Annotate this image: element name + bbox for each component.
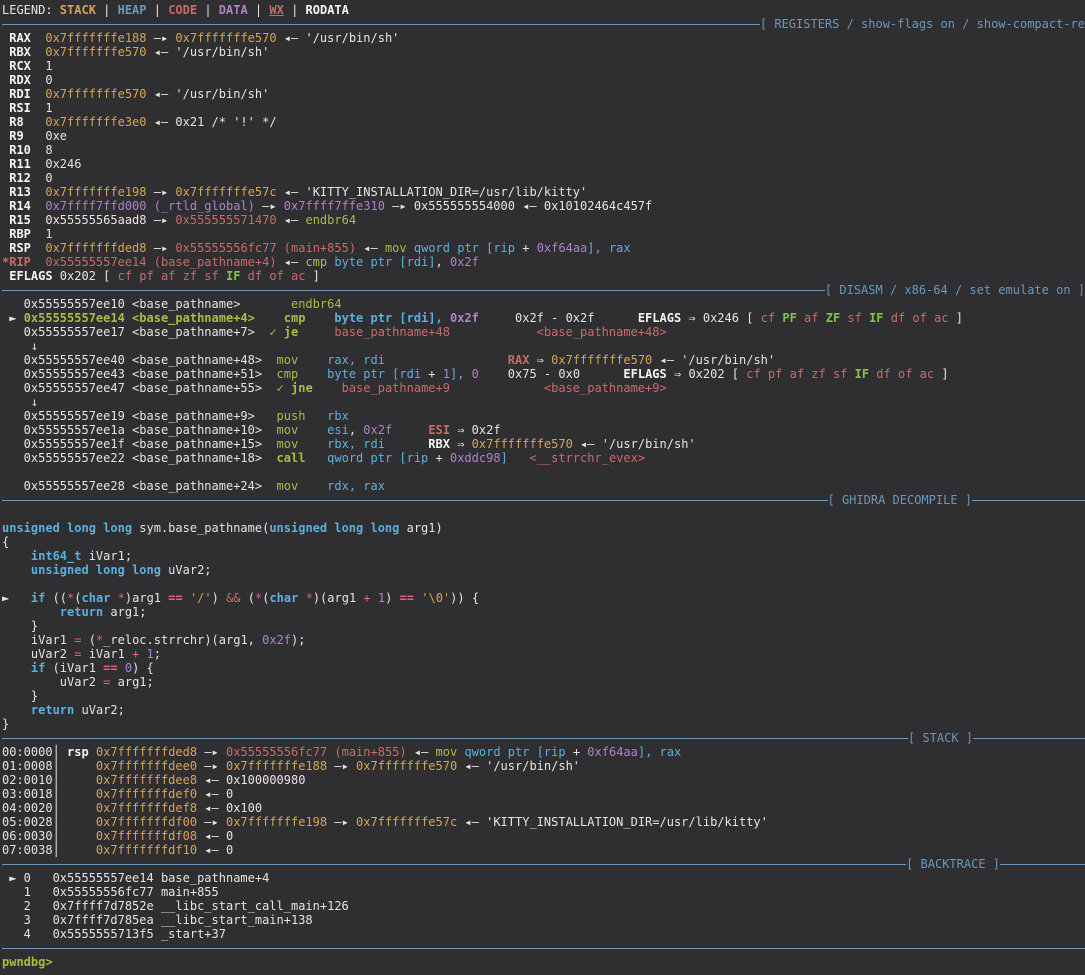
decompile-line: { [2, 535, 1085, 549]
registers-section-title: [ REGISTERS / show-flags on / show-compa… [760, 17, 1085, 31]
disasm-jump-arrow: ↓ [2, 395, 1085, 409]
backtrace-section-header: [ BACKTRACE ] [2, 857, 1085, 871]
register-row-rdi: RDI 0x7fffffffe570 ◂— '/usr/bin/sh' [2, 87, 1085, 101]
decompile-line-current: ► if ((*(char *)arg1 == '/') && (*(char … [2, 591, 1085, 605]
decompile-line: } [2, 689, 1085, 703]
disasm-jump-arrow: ↓ [2, 339, 1085, 353]
section-divider-line [2, 864, 906, 865]
stack-row: 03:0018│ 0x7fffffffdef0 ◂— 0 [2, 787, 1085, 801]
stack-row: 00:0000│ rsp 0x7fffffffded8 —▸ 0x5555555… [2, 745, 1085, 759]
stack-row: 02:0010│ 0x7fffffffdee8 ◂— 0x100000980 [2, 773, 1085, 787]
register-row-r15: R15 0x55555565aad8 —▸ 0x555555571470 ◂— … [2, 213, 1085, 227]
decompile-line: unsigned long long uVar2; [2, 563, 1085, 577]
backtrace-row-current: ► 0 0x55555557ee14 base_pathname+4 [2, 871, 1085, 885]
ghidra-section-title: [ GHIDRA DECOMPILE ] [828, 493, 973, 507]
stack-section-title: [ STACK ] [908, 731, 973, 745]
register-row-r14: R14 0x7ffff7ffd000 (_rtld_global) —▸ 0x7… [2, 199, 1085, 213]
register-row-rcx: RCX 1 [2, 59, 1085, 73]
decompile-line: } [2, 717, 1085, 731]
blank-line [2, 507, 1085, 521]
backtrace-section-title: [ BACKTRACE ] [906, 857, 1000, 871]
disasm-row: 0x55555557ee22 <base_pathname+18> call q… [2, 451, 1085, 465]
section-divider-line [1000, 864, 1085, 865]
decompile-line: return uVar2; [2, 703, 1085, 717]
register-row-rax: RAX 0x7fffffffe188 —▸ 0x7fffffffe570 ◂— … [2, 31, 1085, 45]
ghidra-section-header: [ GHIDRA DECOMPILE ] [2, 493, 1085, 507]
register-row-rip: *RIP 0x55555557ee14 (base_pathname+4) ◂—… [2, 255, 1085, 269]
disasm-row: 0x55555557ee10 <base_pathname> endbr64 [2, 297, 1085, 311]
backtrace-row: 3 0x7ffff7d785ea __libc_start_main+138 [2, 913, 1085, 927]
decompile-line: uVar2 = arg1; [2, 675, 1085, 689]
register-row-r13: R13 0x7fffffffe198 —▸ 0x7fffffffe57c ◂— … [2, 185, 1085, 199]
stack-row: 06:0030│ 0x7fffffffdf08 ◂— 0 [2, 829, 1085, 843]
backtrace-row: 1 0x55555556fc77 main+855 [2, 885, 1085, 899]
legend-line: LEGEND: STACK | HEAP | CODE | DATA | WX … [2, 3, 1085, 17]
decompile-line: uVar2 = iVar1 + 1; [2, 647, 1085, 661]
section-divider-line [2, 948, 1085, 949]
register-row-r11: R11 0x246 [2, 157, 1085, 171]
disasm-section-header: [ DISASM / x86-64 / set emulate on ] [2, 283, 1085, 297]
stack-row: 07:0038│ 0x7fffffffdf10 ◂— 0 [2, 843, 1085, 857]
disasm-row: 0x55555557ee17 <base_pathname+7> ✓ je ba… [2, 325, 1085, 339]
backtrace-row: 4 0x5555555713f5 _start+37 [2, 927, 1085, 941]
register-row-eflags: EFLAGS 0x202 [ cf pf af zf sf IF df of a… [2, 269, 1085, 283]
registers-section-header: [ REGISTERS / show-flags on / show-compa… [2, 17, 1085, 31]
register-row-rsp: RSP 0x7fffffffded8 —▸ 0x55555556fc77 (ma… [2, 241, 1085, 255]
decompile-line: int64_t iVar1; [2, 549, 1085, 563]
disasm-row: 0x55555557ee40 <base_pathname+48> mov ra… [2, 353, 1085, 367]
decompile-line: } [2, 619, 1085, 633]
register-row-rbx: RBX 0x7fffffffe570 ◂— '/usr/bin/sh' [2, 45, 1085, 59]
register-row-rdx: RDX 0 [2, 73, 1085, 87]
disasm-row: 0x55555557ee19 <base_pathname+9> push rb… [2, 409, 1085, 423]
register-row-rbp: RBP 1 [2, 227, 1085, 241]
section-divider-line [2, 24, 760, 25]
disasm-row: 0x55555557ee28 <base_pathname+24> mov rd… [2, 479, 1085, 493]
register-row-r12: R12 0 [2, 171, 1085, 185]
decompile-line: unsigned long long sym.base_pathname(uns… [2, 521, 1085, 535]
stack-row: 01:0008│ 0x7fffffffdee0 —▸ 0x7fffffffe18… [2, 759, 1085, 773]
disasm-row-current: ► 0x55555557ee14 <base_pathname+4> cmp b… [2, 311, 1085, 325]
disasm-row: 0x55555557ee43 <base_pathname+51> cmp by… [2, 367, 1085, 381]
section-divider-line [973, 738, 1085, 739]
disasm-row: 0x55555557ee1f <base_pathname+15> mov rb… [2, 437, 1085, 451]
stack-row: 04:0020│ 0x7fffffffdef8 ◂— 0x100 [2, 801, 1085, 815]
section-divider-line [2, 738, 908, 739]
section-divider-line [972, 500, 1085, 501]
section-divider-line [2, 290, 825, 291]
register-row-rsi: RSI 1 [2, 101, 1085, 115]
decompile-line: if (iVar1 == 0) { [2, 661, 1085, 675]
disasm-row: 0x55555557ee47 <base_pathname+55> ✓ jne … [2, 381, 1085, 395]
bottom-section-header [2, 941, 1085, 955]
prompt-line[interactable]: pwndbg> [2, 955, 1085, 969]
register-row-r10: R10 8 [2, 143, 1085, 157]
decompile-line: return arg1; [2, 605, 1085, 619]
backtrace-row: 2 0x7ffff7d7852e __libc_start_call_main+… [2, 899, 1085, 913]
section-divider-line [2, 500, 828, 501]
register-row-r8: R8 0x7fffffffe3e0 ◂— 0x21 /* '!' */ [2, 115, 1085, 129]
disasm-section-title: [ DISASM / x86-64 / set emulate on ] [825, 283, 1085, 297]
register-row-r9: R9 0xe [2, 129, 1085, 143]
disasm-row: 0x55555557ee1a <base_pathname+10> mov es… [2, 423, 1085, 437]
terminal[interactable]: LEGEND: STACK | HEAP | CODE | DATA | WX … [0, 0, 1085, 969]
stack-section-header: [ STACK ] [2, 731, 1085, 745]
stack-row: 05:0028│ 0x7fffffffdf00 —▸ 0x7fffffffe19… [2, 815, 1085, 829]
blank-line [2, 577, 1085, 591]
blank-line [2, 465, 1085, 479]
decompile-line: iVar1 = (*_reloc.strrchr)(arg1, 0x2f); [2, 633, 1085, 647]
